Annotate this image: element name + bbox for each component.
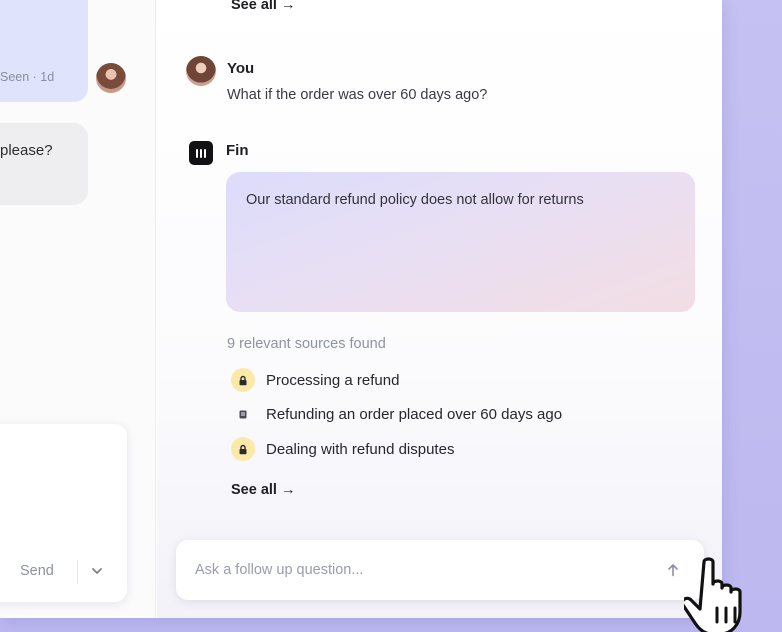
sources-count: 9 relevant sources found xyxy=(227,336,386,352)
submit-question-button[interactable] xyxy=(662,559,684,581)
source-label: Dealing with refund disputes xyxy=(266,440,455,458)
fin-answer-text: Our standard refund policy does not allo… xyxy=(246,192,584,208)
followup-composer xyxy=(176,540,704,600)
arrow-up-icon xyxy=(668,564,678,577)
send-options-button[interactable] xyxy=(88,561,106,581)
send-button[interactable]: Send xyxy=(20,563,54,579)
seen-status: Seen · 1d xyxy=(0,70,55,84)
app-window: Seen · 1d please? Send See all → You Wha… xyxy=(0,0,722,618)
followup-question-input[interactable] xyxy=(195,559,615,581)
lock-icon xyxy=(231,368,255,392)
user-author-name: You xyxy=(227,60,255,77)
source-label: Processing a refund xyxy=(266,371,400,389)
fin-answer-bubble: Our standard refund policy does not allo… xyxy=(226,172,695,312)
customer-message-bubble xyxy=(0,123,88,205)
inbox-conversation-panel: Seen · 1d please? Send xyxy=(0,0,156,618)
see-all-link-top[interactable]: See all → xyxy=(231,0,295,13)
agent-avatar xyxy=(96,63,126,93)
see-all-sources-link[interactable]: See all → xyxy=(231,482,295,498)
chevron-down-icon xyxy=(92,568,102,574)
fin-logo-icon xyxy=(189,141,213,165)
see-all-label: See all xyxy=(231,482,277,498)
document-icon xyxy=(231,402,255,426)
source-item-refunding-order[interactable]: Refunding an order placed over 60 days a… xyxy=(231,401,562,427)
hand-pointer-cursor-icon xyxy=(684,557,742,632)
lock-icon xyxy=(231,437,255,461)
source-item-refund-disputes[interactable]: Dealing with refund disputes xyxy=(231,436,454,462)
fin-author-name: Fin xyxy=(226,142,249,159)
send-divider xyxy=(77,560,78,584)
arrow-right-icon: → xyxy=(280,0,296,13)
customer-message-text: please? xyxy=(0,142,53,159)
arrow-right-icon: → xyxy=(280,482,296,498)
source-item-processing-refund[interactable]: Processing a refund xyxy=(231,367,399,393)
see-all-label: See all xyxy=(231,0,277,13)
user-question-text: What if the order was over 60 days ago? xyxy=(227,87,488,103)
sent-message-bubble xyxy=(0,0,88,102)
user-avatar xyxy=(186,56,216,86)
source-label: Refunding an order placed over 60 days a… xyxy=(266,405,563,423)
